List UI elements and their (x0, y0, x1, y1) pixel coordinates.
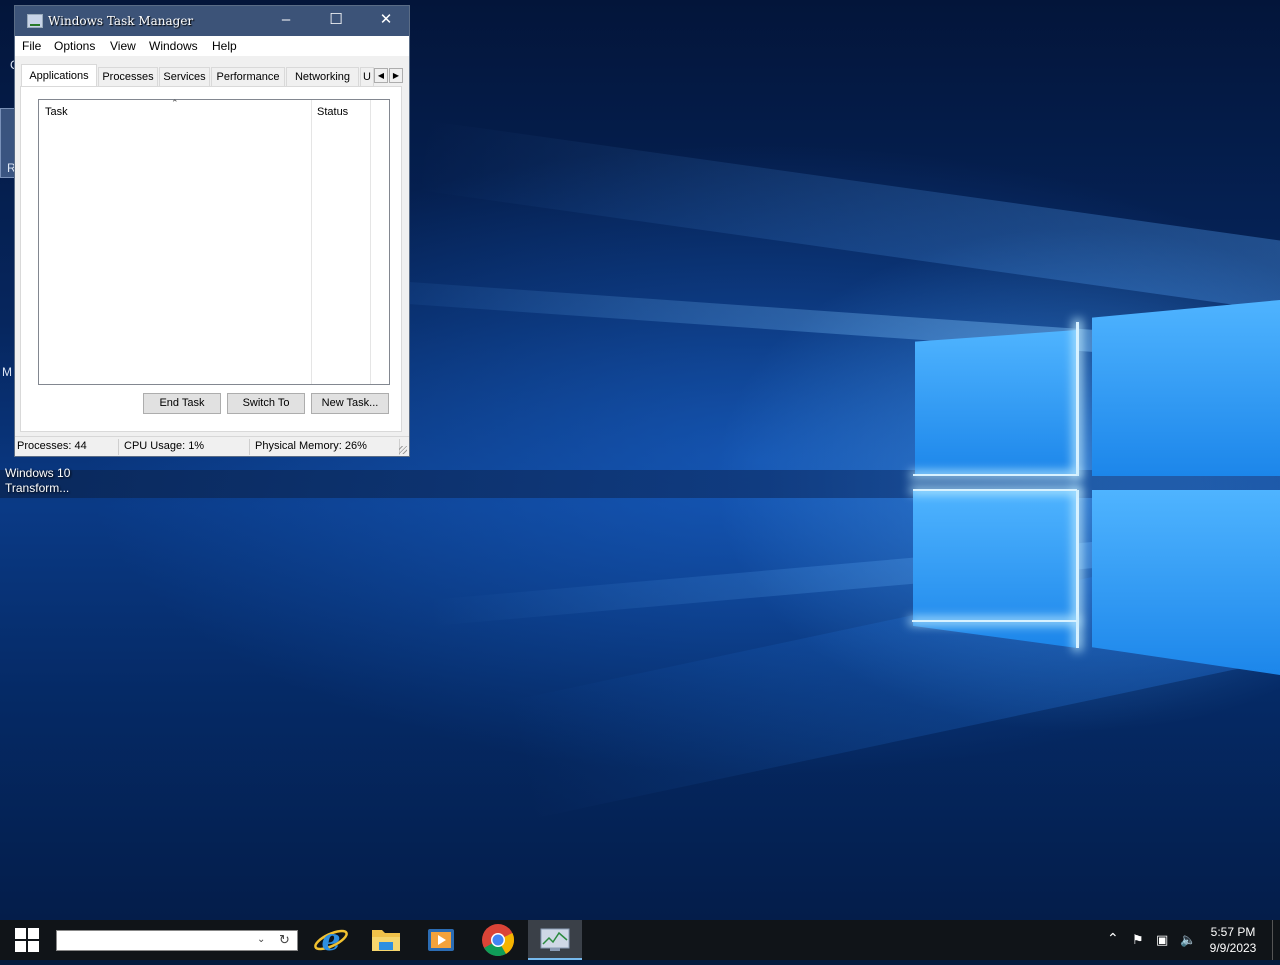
task-manager-window: Windows Task Manager – ☐ ✕ File Options … (14, 5, 410, 457)
pane-edge (913, 474, 1077, 476)
refresh-icon[interactable]: ↻ (279, 932, 290, 948)
internet-explorer-icon: e (314, 923, 348, 958)
pane-edge (1076, 490, 1079, 648)
task-manager-icon (27, 14, 43, 28)
windows-logo-pane (913, 490, 1077, 648)
tab-users[interactable]: U (360, 67, 374, 86)
column-divider[interactable] (311, 100, 312, 384)
tab-performance[interactable]: Performance (211, 67, 285, 86)
maximize-icon: ☐ (329, 11, 343, 28)
clock-date: 9/9/2023 (1209, 941, 1257, 955)
maximize-button[interactable]: ☐ (313, 6, 359, 36)
minimize-button[interactable]: – (263, 6, 309, 36)
tab-applications[interactable]: Applications (21, 64, 97, 87)
resize-grip[interactable] (399, 446, 407, 454)
chevron-down-icon[interactable]: ⌄ (257, 934, 265, 945)
taskbar-chrome[interactable] (471, 920, 525, 960)
applications-panel: ⌃ Task Status End Task Switch To New Tas… (20, 86, 402, 432)
menu-windows[interactable]: Windows (149, 39, 198, 53)
light-beam (415, 120, 1280, 315)
media-player-icon (428, 929, 454, 951)
tab-networking[interactable]: Networking (286, 67, 359, 86)
taskbar-file-explorer[interactable] (359, 920, 413, 960)
file-explorer-icon (372, 930, 400, 951)
volume-muted-icon[interactable]: 🔈 (1180, 932, 1196, 948)
menu-options[interactable]: Options (54, 39, 95, 53)
taskbar-search-box[interactable]: ⌄ ↻ (56, 930, 298, 951)
column-divider[interactable] (370, 100, 371, 384)
taskbar-task-manager[interactable] (528, 920, 582, 960)
close-button[interactable]: ✕ (363, 6, 409, 36)
status-bar: Processes: 44 CPU Usage: 1% Physical Mem… (15, 436, 409, 456)
window-title: Windows Task Manager (48, 14, 194, 28)
tab-services[interactable]: Services (159, 67, 210, 86)
windows-logo-pane (1092, 300, 1280, 476)
clock-time: 5:57 PM (1210, 925, 1256, 939)
tab-scroller: ◀ ▶ (374, 68, 404, 83)
column-header-status[interactable]: Status (317, 106, 348, 118)
pane-edge (912, 620, 1077, 622)
task-list[interactable]: ⌃ Task Status (38, 98, 390, 385)
close-icon: ✕ (379, 11, 393, 28)
desktop-icon-label[interactable]: Windows 10 Transform... (5, 466, 85, 496)
tab-scroll-left-button[interactable]: ◀ (374, 68, 388, 83)
title-bar[interactable]: Windows Task Manager – ☐ ✕ (15, 6, 409, 36)
task-manager-icon (540, 928, 570, 951)
svg-text:e: e (321, 923, 340, 958)
taskbar-internet-explorer[interactable]: e (304, 920, 358, 960)
tab-scroll-right-button[interactable]: ▶ (389, 68, 403, 83)
menu-view[interactable]: View (110, 39, 136, 53)
network-icon[interactable]: ▣ (1156, 932, 1168, 948)
taskbar-media-player[interactable] (414, 920, 468, 960)
menu-bar: File Options View Windows Help (15, 36, 409, 56)
status-memory: Physical Memory: 26% (255, 440, 367, 452)
switch-to-button[interactable]: Switch To (227, 393, 305, 414)
tab-processes[interactable]: Processes (98, 67, 158, 86)
new-task-button[interactable]: New Task... (311, 393, 389, 414)
light-beam (0, 470, 1280, 498)
menu-help[interactable]: Help (212, 39, 237, 53)
arrow-right-icon: ▶ (392, 71, 400, 80)
pane-edge (913, 489, 1077, 491)
desktop-text-fragment: M (2, 365, 12, 379)
arrow-left-icon: ◀ (377, 71, 385, 80)
menu-file[interactable]: File (22, 39, 41, 53)
windows-logo-pane (1092, 490, 1280, 675)
start-button[interactable] (0, 920, 52, 960)
chevron-up-icon[interactable]: ⌃ (1107, 930, 1119, 947)
minimize-icon: – (281, 11, 291, 28)
windows-logo-pane (915, 330, 1077, 476)
taskbar: ⌄ ↻ e ⌃ ⚑ ▣ 🔈 5:57 PM 9/9/2023 (0, 920, 1280, 960)
status-processes: Processes: 44 (17, 440, 87, 452)
action-center-flag-icon[interactable]: ⚑ (1132, 932, 1144, 948)
clock[interactable]: 5:57 PM 9/9/2023 (1202, 924, 1264, 956)
status-separator (249, 439, 250, 455)
status-separator (118, 439, 119, 455)
window-body: Applications Processes Services Performa… (15, 56, 409, 436)
chrome-icon (482, 924, 515, 957)
sort-ascending-icon: ⌃ (171, 98, 179, 108)
status-cpu: CPU Usage: 1% (124, 440, 205, 452)
end-task-button[interactable]: End Task (143, 393, 221, 414)
show-desktop-button[interactable] (1272, 920, 1273, 960)
column-header-task[interactable]: Task (45, 106, 68, 118)
pane-edge (1076, 322, 1079, 476)
